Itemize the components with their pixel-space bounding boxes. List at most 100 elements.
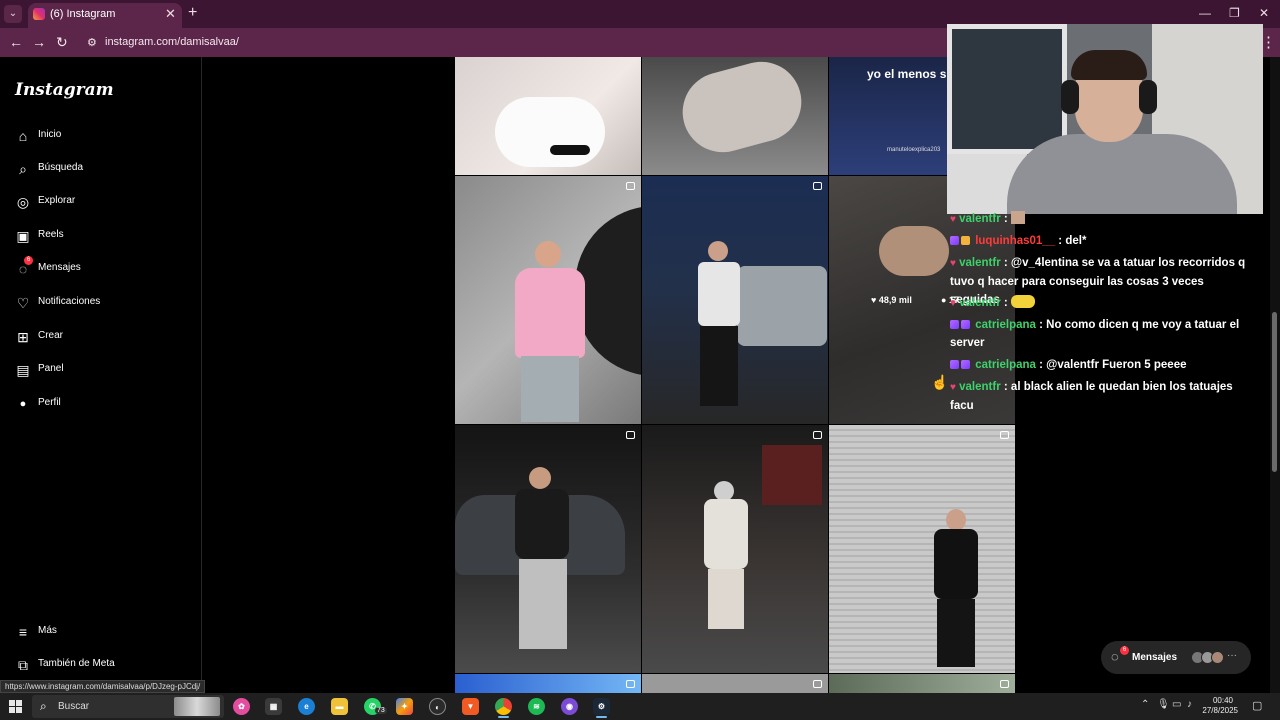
post-figure xyxy=(529,467,551,489)
post-figure xyxy=(879,226,949,276)
instagram-sidebar: Instagram ⌂ Inicio ⌕ Búsqueda ◎ Explorar… xyxy=(0,57,202,693)
sidebar-item-notificaciones[interactable]: ♡ Notificaciones xyxy=(14,292,194,316)
sidebar-item-panel[interactable]: ▤ Panel xyxy=(14,359,194,383)
url-field[interactable]: instagram.com/damisalvaa/ xyxy=(105,36,239,48)
post-thumbnail[interactable] xyxy=(829,425,1015,673)
clock-time[interactable]: 00:40 xyxy=(1203,696,1233,705)
microsoft-store-icon[interactable]: ▦ xyxy=(265,698,282,715)
notification-center-icon[interactable]: ▢ xyxy=(1252,699,1262,712)
chat-message: catrielpana : @valentfr Fueron 5 peeee xyxy=(950,356,1256,374)
sidebar-item-perfil[interactable]: ● Perfil xyxy=(14,393,194,417)
steam-icon[interactable]: ⚙ xyxy=(593,698,610,718)
sidebar-item-label: Inicio xyxy=(38,129,62,140)
sidebar-item-tambien-de-meta[interactable]: ⧉ También de Meta xyxy=(14,654,194,678)
edge-icon[interactable]: e xyxy=(298,698,315,715)
clock-date[interactable]: 27/8/2025 xyxy=(1198,706,1238,715)
mouse-cursor-icon: ☝ xyxy=(931,374,949,390)
browser-tab[interactable]: (6) Instagram ✕ xyxy=(28,3,182,28)
taskbar-search[interactable]: ⌕ Buscar xyxy=(32,695,224,718)
messenger-icon: ◌ xyxy=(1111,649,1119,664)
network-icon[interactable]: ▭ xyxy=(1172,699,1181,710)
sidebar-item-explorar[interactable]: ◎ Explorar xyxy=(14,191,194,215)
minimize-button[interactable]: — xyxy=(1199,6,1211,20)
microphone-icon[interactable]: 🎙 xyxy=(1157,699,1170,710)
multiple-posts-icon xyxy=(813,431,822,439)
volume-icon[interactable]: ♪ xyxy=(1187,699,1192,710)
reels-icon: ▣ xyxy=(16,228,30,244)
post-figure xyxy=(708,569,744,629)
post-thumbnail[interactable] xyxy=(642,57,828,175)
sidebar-item-mas[interactable]: ≡ Más xyxy=(14,621,194,645)
sidebar-item-label: También de Meta xyxy=(38,658,115,669)
page-scrollbar[interactable] xyxy=(1270,57,1280,693)
stream-chat-overlay: ♥ valentfr : luquinhas01__ : del* ♥ vale… xyxy=(947,210,1263,420)
post-figure xyxy=(762,445,822,505)
heart-badge-icon: ♥ xyxy=(950,258,956,269)
chat-username: luquinhas01__ xyxy=(975,235,1056,247)
sidebar-item-mensajes[interactable]: ◌ 6 Mensajes xyxy=(14,256,194,282)
post-thumbnail[interactable] xyxy=(455,176,641,424)
multiple-posts-icon xyxy=(1000,431,1009,439)
forward-button[interactable]: → xyxy=(32,34,46,50)
post-thumbnail[interactable] xyxy=(642,425,828,673)
post-figure xyxy=(515,268,585,358)
sidebar-item-busqueda[interactable]: ⌕ Búsqueda xyxy=(14,158,194,182)
spotify-icon[interactable]: ≋ xyxy=(528,698,545,715)
back-button[interactable]: ← xyxy=(9,34,23,50)
compass-icon: ◎ xyxy=(16,194,30,210)
subscriber-badge-icon xyxy=(950,320,959,329)
app-icon[interactable]: ◐ xyxy=(429,698,446,715)
chat-text: @valentfr Fueron 5 peeee xyxy=(1046,359,1187,371)
copilot-icon[interactable]: ✦ xyxy=(396,698,413,715)
heart-badge-icon: ♥ xyxy=(950,382,956,393)
taskbar-app-icon[interactable]: ✿ xyxy=(233,698,250,715)
chat-message: ♥ valentfr : xyxy=(950,294,1256,313)
post-figure xyxy=(714,481,734,501)
instagram-logo[interactable]: Instagram xyxy=(15,80,114,100)
new-tab-button[interactable]: + xyxy=(188,4,197,22)
tray-overflow-icon[interactable]: ⌃ xyxy=(1141,699,1149,710)
brave-icon[interactable]: ▼ xyxy=(462,698,479,715)
likes-count: ♥ 48,9 mil xyxy=(871,295,912,305)
discord-icon[interactable]: ◉ xyxy=(561,698,578,715)
close-tab-icon[interactable]: ✕ xyxy=(165,6,176,22)
tab-title: (6) Instagram xyxy=(50,8,116,20)
multiple-posts-icon xyxy=(626,431,635,439)
windows-start-icon[interactable] xyxy=(9,700,22,713)
close-window-button[interactable]: ✕ xyxy=(1259,6,1269,20)
post-thumbnail[interactable] xyxy=(642,674,828,693)
post-thumbnail[interactable] xyxy=(642,176,828,424)
sidebar-item-label: Panel xyxy=(38,363,64,374)
sidebar-item-label: Crear xyxy=(38,330,64,341)
chat-username: valentfr xyxy=(959,257,1001,269)
multiple-posts-icon xyxy=(1000,680,1009,688)
post-figure xyxy=(495,97,605,167)
headphones-icon xyxy=(1139,80,1157,114)
post-thumbnail[interactable] xyxy=(455,425,641,673)
sidebar-item-crear[interactable]: ⊞ Crear xyxy=(14,326,194,350)
site-info-icon[interactable]: ⚙ xyxy=(87,36,97,49)
post-thumbnail[interactable] xyxy=(455,57,641,175)
post-thumbnail[interactable] xyxy=(829,674,1015,693)
post-figure xyxy=(515,489,569,559)
restore-button[interactable]: ❐ xyxy=(1229,6,1240,20)
crown-badge-icon xyxy=(961,236,970,245)
reload-button[interactable]: ↻ xyxy=(56,34,68,51)
sidebar-item-label: Más xyxy=(38,625,57,636)
subscriber-badge-icon xyxy=(950,360,959,369)
chat-text: del* xyxy=(1065,235,1087,247)
browser-menu-icon[interactable]: ⋮ xyxy=(1261,33,1276,51)
chart-icon: ▤ xyxy=(16,362,30,378)
sidebar-item-reels[interactable]: ▣ Reels xyxy=(14,225,194,249)
plus-square-icon: ⊞ xyxy=(17,329,29,345)
post-figure xyxy=(550,145,590,155)
emote-icon xyxy=(1010,295,1035,308)
scrollbar-thumb[interactable] xyxy=(1272,312,1277,472)
post-thumbnail[interactable] xyxy=(455,674,641,693)
messages-floating-button[interactable]: ◌ 6 Mensajes ··· xyxy=(1101,641,1251,674)
sidebar-item-inicio[interactable]: ⌂ Inicio xyxy=(14,125,194,149)
tab-search-button[interactable]: ⌄ xyxy=(4,5,22,23)
file-explorer-icon[interactable]: ▬ xyxy=(331,698,348,715)
chrome-icon[interactable] xyxy=(495,698,512,718)
post-figure xyxy=(673,57,811,162)
